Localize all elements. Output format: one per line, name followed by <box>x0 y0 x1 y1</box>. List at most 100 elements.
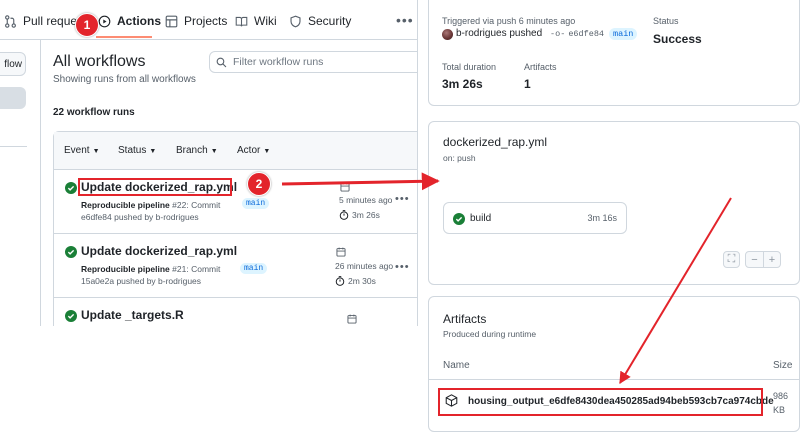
filter-label: Event <box>64 145 90 156</box>
run-count: 22 workflow runs <box>53 107 135 118</box>
trigger-action: pushed <box>509 28 543 39</box>
run-menu-icon[interactable]: ••• <box>395 261 410 273</box>
run-commit-info: 15a0e2a pushed by b-rodrigues <box>81 276 202 286</box>
calendar-icon <box>336 247 346 257</box>
book-icon <box>235 16 248 26</box>
divider <box>429 379 800 380</box>
workflow-name: Reproducible pipeline <box>81 200 170 210</box>
workflow-runs-table: Event ▼ Status ▼ Branch ▼ Actor ▼ Update doc… <box>53 131 417 326</box>
zoom-out-button[interactable]: − <box>746 252 763 267</box>
run-date: 26 minutes ago <box>335 261 394 271</box>
build-job-node[interactable]: build 3m 16s <box>443 202 627 234</box>
workflow-name: Reproducible pipeline <box>81 264 170 274</box>
artifacts-count-value: 1 <box>524 77 531 91</box>
run-workflow-info: Reproducible pipeline #21: Commit <box>81 264 220 274</box>
duration-value: 3m 26s <box>352 210 380 220</box>
status-label: Status <box>653 16 679 26</box>
caret-down-icon: ▼ <box>92 148 100 155</box>
run-title-link[interactable]: Update dockerized_rap.yml <box>81 244 237 258</box>
caret-down-icon: ▼ <box>210 148 218 155</box>
graph-zoom-controls: ⛶ − + <box>723 251 781 268</box>
table-icon <box>165 15 178 27</box>
run-duration: 2m 30s <box>335 276 376 286</box>
workflow-file-title: dockerized_rap.yml <box>443 135 548 149</box>
duration-value: 2m 30s <box>348 276 376 286</box>
run-summary-card: Triggered via push 6 minutes ago b-rodri… <box>428 0 800 106</box>
build-job-time: 3m 16s <box>587 213 617 223</box>
page-title: All workflows <box>53 53 146 70</box>
pull-request-icon <box>5 14 16 28</box>
duration-value: 3m 26s <box>442 77 483 91</box>
run-commit-info: e6dfe84 pushed by b-rodrigues <box>81 212 199 222</box>
repo-tab-bar: Pull reques Actions Projects Wiki Securi… <box>0 0 417 40</box>
artifact-size-header: Size <box>773 360 793 371</box>
stopwatch-icon <box>339 210 349 220</box>
filter-input[interactable]: Filter workflow runs <box>209 51 417 73</box>
status-value: Success <box>653 32 702 46</box>
fit-screen-button[interactable]: ⛶ <box>723 251 740 268</box>
filter-event[interactable]: Event ▼ <box>64 145 100 156</box>
artifacts-title: Artifacts <box>443 312 487 326</box>
success-check-icon <box>65 310 77 322</box>
run-duration: 3m 26s <box>339 210 380 220</box>
run-title-link[interactable]: Update _targets.R <box>81 308 184 322</box>
filter-actor[interactable]: Actor ▼ <box>237 145 270 156</box>
tab-pull-requests[interactable]: Pull reques <box>4 10 83 32</box>
fullscreen-icon: ⛶ <box>727 253 736 265</box>
branch-badge[interactable]: main <box>609 28 638 40</box>
actions-panel: Pull reques Actions Projects Wiki Securi… <box>0 0 418 326</box>
run-workflow-info: Reproducible pipeline #22: Commit <box>81 200 220 210</box>
build-job-label: build <box>470 213 492 224</box>
tab-wiki[interactable]: Wiki <box>235 10 277 32</box>
zoom-in-button[interactable]: + <box>763 252 780 267</box>
branch-badge[interactable]: main <box>240 263 268 274</box>
run-date: 5 minutes ago <box>339 195 393 205</box>
more-options-icon[interactable]: ••• <box>396 12 414 28</box>
annotation-highlight-artifact <box>438 388 763 416</box>
caret-down-icon: ▼ <box>149 148 157 155</box>
run-menu-icon[interactable]: ••• <box>395 193 410 205</box>
workflow-trigger: on: push <box>443 153 476 163</box>
tab-label: Pull reques <box>23 14 84 28</box>
calendar-icon <box>347 314 357 324</box>
tab-actions[interactable]: Actions <box>98 10 161 32</box>
sidebar-new-workflow-button[interactable]: flow <box>0 52 26 76</box>
table-row[interactable]: Update dockerized_rap.yml Reproducible p… <box>54 234 417 298</box>
tab-projects[interactable]: Projects <box>165 10 227 32</box>
avatar <box>442 29 453 40</box>
runs-filter-header: Event ▼ Status ▼ Branch ▼ Actor ▼ <box>54 132 417 170</box>
success-check-icon <box>453 213 465 225</box>
tab-security[interactable]: Security <box>289 10 351 32</box>
sidebar-selected-item[interactable] <box>0 87 26 109</box>
artifact-size: 986 KB <box>773 391 789 415</box>
page-subtitle: Showing runs from all workflows <box>53 74 196 85</box>
artifacts-count-label: Artifacts <box>524 62 557 72</box>
calendar-icon <box>340 182 350 192</box>
success-check-icon <box>65 182 77 194</box>
sidebar-divider <box>0 146 27 147</box>
branch-badge[interactable]: main <box>242 198 270 209</box>
filter-label: Status <box>118 145 147 156</box>
play-icon <box>98 15 111 27</box>
table-row[interactable]: Update _targets.R <box>54 298 417 326</box>
artifacts-subtitle: Produced during runtime <box>443 329 537 339</box>
tab-label: Security <box>308 14 352 28</box>
annotation-badge-2: 2 <box>247 172 271 196</box>
zoom-button-group: − + <box>745 251 781 268</box>
tab-label: Projects <box>184 14 228 28</box>
commit-sha: e6dfe84 <box>568 29 605 39</box>
user-link[interactable]: b-rodrigues <box>456 28 507 39</box>
search-icon <box>216 57 227 67</box>
tab-label: Actions <box>117 14 162 28</box>
filter-status[interactable]: Status ▼ <box>118 145 156 156</box>
workflow-graph-card: dockerized_rap.yml on: push build 3m 16s… <box>428 121 800 285</box>
commit-link[interactable]: -o-e6dfe84 <box>550 29 604 39</box>
shield-icon <box>290 15 301 27</box>
run-number: #21: Commit <box>172 264 221 274</box>
filter-label: Actor <box>237 145 261 156</box>
filter-branch[interactable]: Branch ▼ <box>176 145 218 156</box>
trigger-user: b-rodrigues pushed <box>456 28 542 39</box>
stopwatch-icon <box>335 276 345 286</box>
caret-down-icon: ▼ <box>263 148 271 155</box>
annotation-badge-1: 1 <box>75 13 99 37</box>
